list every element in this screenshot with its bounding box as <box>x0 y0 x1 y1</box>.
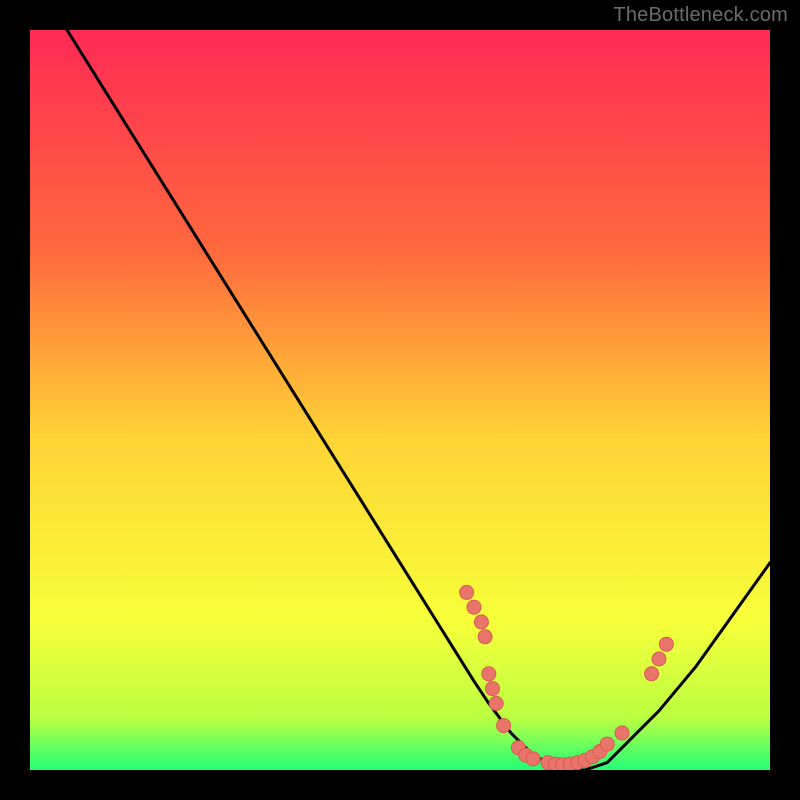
data-dot <box>659 637 673 651</box>
data-dot <box>615 726 629 740</box>
watermark-text: TheBottleneck.com <box>613 4 788 27</box>
data-dot <box>600 737 614 751</box>
data-dot <box>497 719 511 733</box>
data-dot <box>460 585 474 599</box>
data-dot <box>478 630 492 644</box>
data-dot <box>474 615 488 629</box>
data-dot <box>486 682 500 696</box>
chart-frame <box>30 30 770 770</box>
data-dot <box>526 752 540 766</box>
bottleneck-chart <box>30 30 770 770</box>
data-dot <box>645 667 659 681</box>
data-dot <box>489 696 503 710</box>
data-dot <box>467 600 481 614</box>
data-dot <box>652 652 666 666</box>
data-dot <box>482 667 496 681</box>
